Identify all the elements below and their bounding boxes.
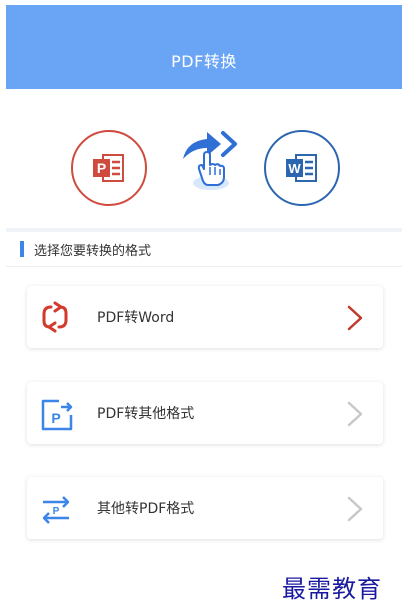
option-pdf-to-other[interactable]: P PDF转其他格式 [27,382,383,444]
word-file-icon: W [264,130,340,206]
chevron-right-icon [347,496,363,522]
svg-text:P: P [97,160,106,176]
option-label: PDF转Word [97,310,175,326]
section-header: 选择您要转换的格式 [6,232,402,267]
option-pdf-to-word[interactable]: PDF转Word [27,286,383,348]
chevron-right-icon [347,305,363,331]
option-label: PDF转其他格式 [97,406,195,422]
swap-p-icon: P [39,492,71,524]
page-title: PDF转换 [171,52,237,71]
svg-text:P: P [51,410,60,426]
refresh-convert-icon [39,301,71,333]
export-p-icon: P [39,397,73,431]
watermark: 最需教育 [282,575,382,603]
option-label: 其他转PDF格式 [97,501,195,517]
svg-text:W: W [288,161,301,176]
chevron-right-icon [347,401,363,427]
hero-banner: P W [6,89,402,229]
svg-text:P: P [53,506,60,517]
convert-arrow-hand-icon [177,125,239,195]
section-accent-bar [20,241,24,257]
ppt-file-icon: P [71,130,147,206]
option-other-to-pdf[interactable]: P 其他转PDF格式 [27,477,383,539]
app-header: PDF转换 [6,5,402,89]
section-title: 选择您要转换的格式 [34,243,152,259]
